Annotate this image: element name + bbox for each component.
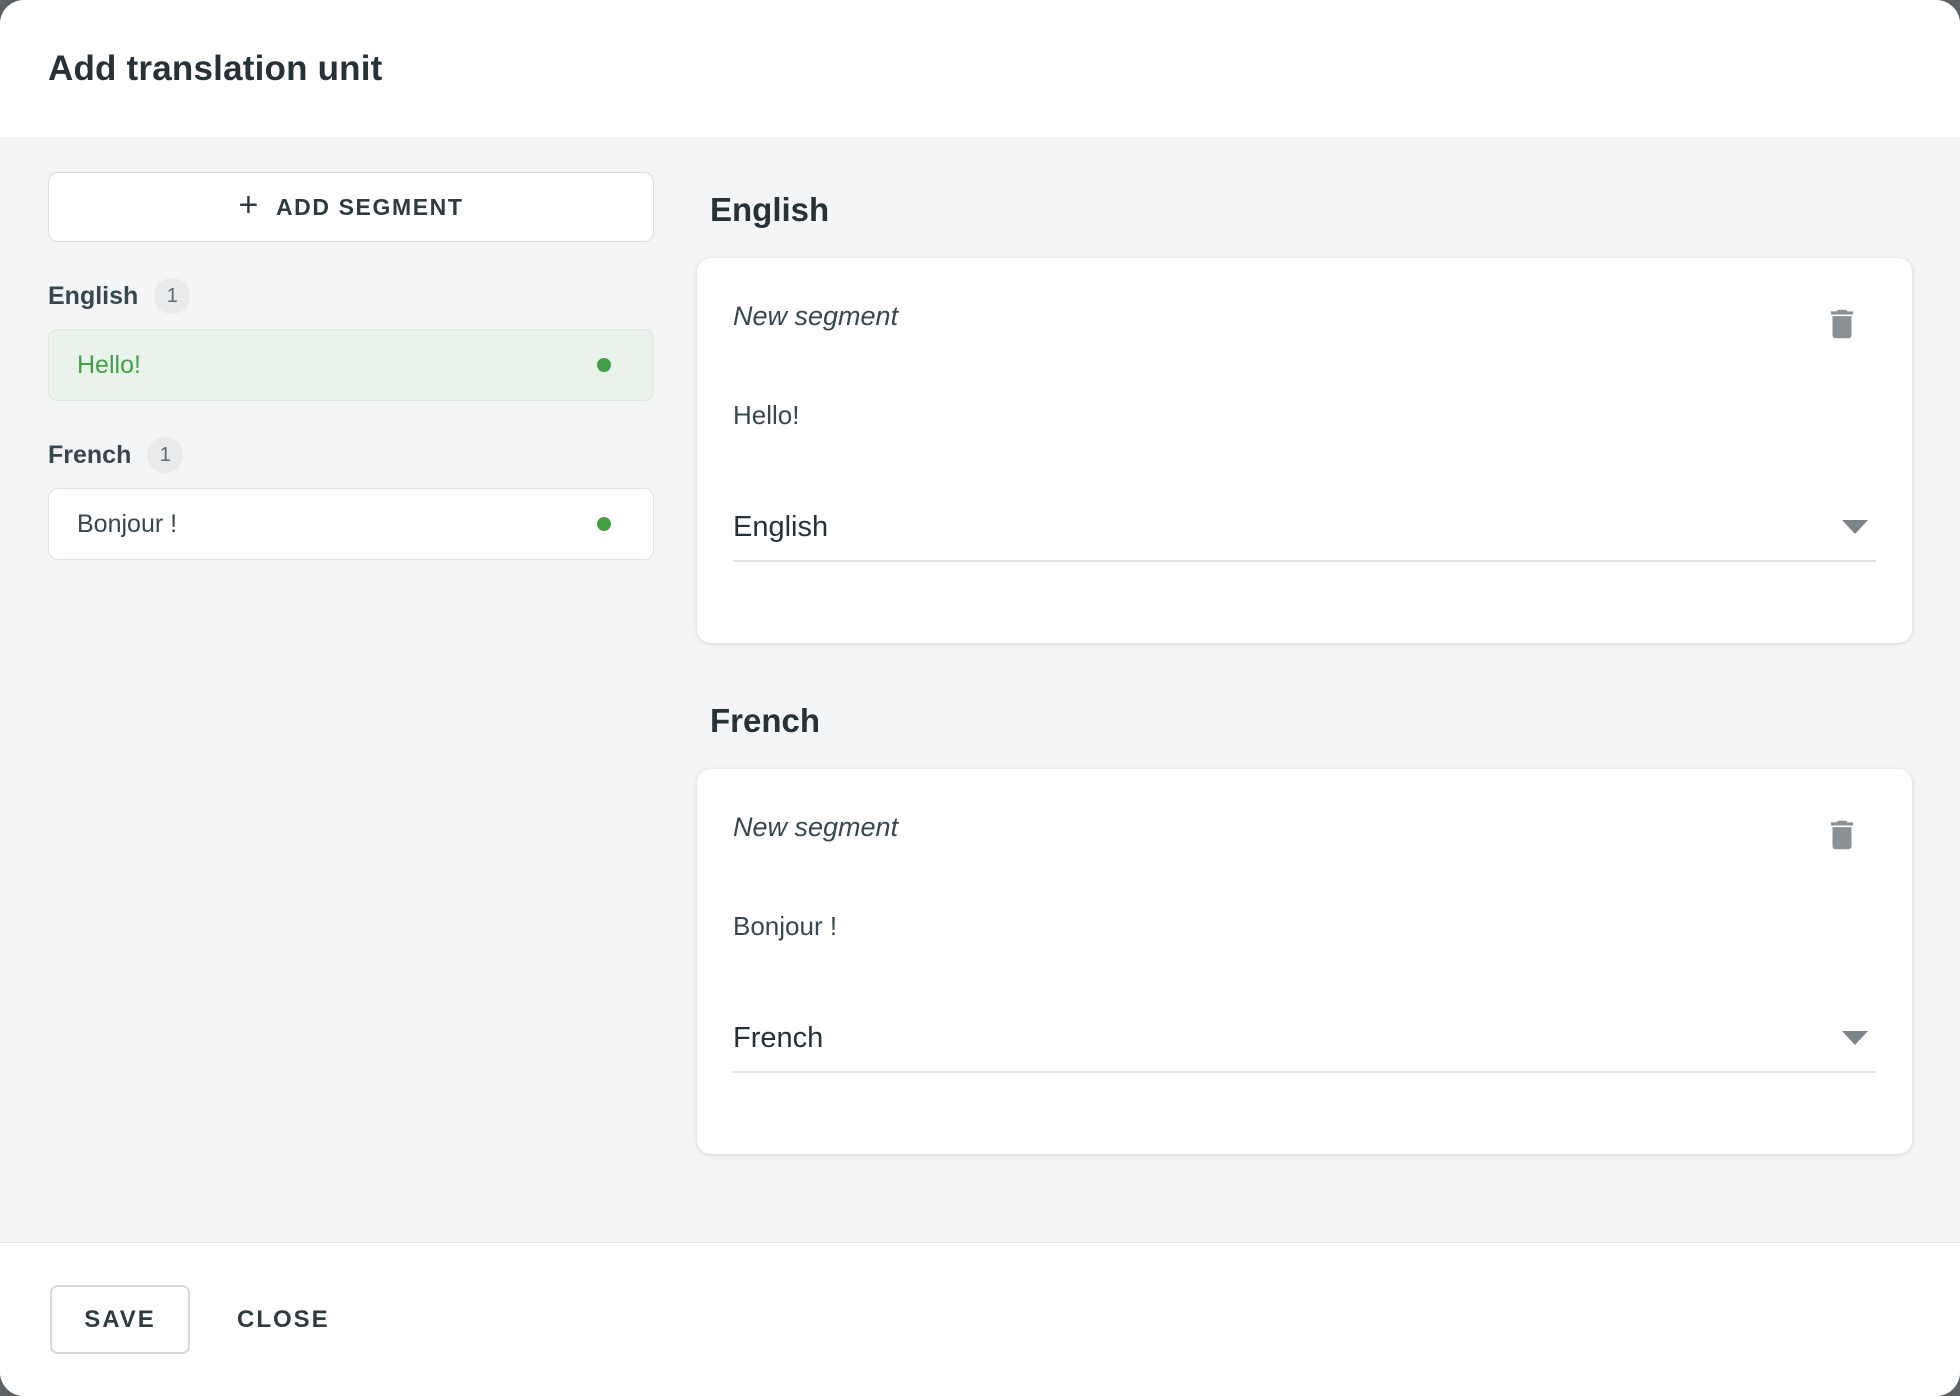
language-select-english[interactable]: English [733, 508, 1876, 562]
delete-segment-button[interactable] [1820, 300, 1864, 348]
section-heading-french: French [710, 701, 1912, 741]
delete-segment-button[interactable] [1820, 811, 1864, 859]
dialog-footer: SAVE CLOSE [0, 1242, 1960, 1396]
segment-chip-text: Hello! [77, 351, 141, 380]
segment-text-input[interactable]: Bonjour ! [733, 909, 1876, 943]
language-select-french[interactable]: French [733, 1019, 1876, 1073]
close-button[interactable]: CLOSE [223, 1285, 344, 1354]
segments-panel: + ADD SEGMENT English 1 Hello! French 1 … [48, 172, 654, 1242]
segment-count-badge: 1 [154, 278, 190, 314]
language-group-header-french: French 1 [48, 437, 654, 473]
segment-section-french: French New segment Bonjour ! French [697, 701, 1912, 1154]
status-dot-icon [597, 358, 611, 372]
chevron-down-icon [1842, 1031, 1868, 1045]
language-group-header-english: English 1 [48, 278, 654, 314]
segment-chip-text: Bonjour ! [77, 510, 177, 539]
dialog-title: Add translation unit [48, 49, 383, 89]
segment-text-input[interactable]: Hello! [733, 398, 1876, 432]
trash-icon [1823, 814, 1861, 856]
new-segment-label: New segment [733, 298, 898, 334]
status-dot-icon [597, 517, 611, 531]
save-button[interactable]: SAVE [50, 1285, 190, 1354]
dialog-content: + ADD SEGMENT English 1 Hello! French 1 … [0, 137, 1960, 1242]
add-segment-label: ADD SEGMENT [276, 194, 464, 221]
language-select-value: English [733, 508, 828, 546]
section-heading-english: English [710, 190, 1912, 230]
segment-section-english: English New segment Hello! English [697, 190, 1912, 643]
language-select-value: French [733, 1019, 823, 1057]
card-top-row: New segment [733, 298, 1876, 334]
dialog-header: Add translation unit [0, 0, 1960, 137]
trash-icon [1823, 303, 1861, 345]
segment-chip-french[interactable]: Bonjour ! [48, 488, 654, 560]
language-group-label: English [48, 282, 138, 311]
chevron-down-icon [1842, 520, 1868, 534]
add-translation-unit-dialog: Add translation unit + ADD SEGMENT Engli… [0, 0, 1960, 1396]
plus-icon: + [238, 188, 259, 222]
segment-chip-english[interactable]: Hello! [48, 329, 654, 401]
add-segment-button[interactable]: + ADD SEGMENT [48, 172, 654, 242]
language-group-label: French [48, 441, 131, 470]
new-segment-label: New segment [733, 809, 898, 845]
segment-card-english: New segment Hello! English [697, 258, 1912, 643]
card-top-row: New segment [733, 809, 1876, 845]
editor-panel: English New segment Hello! English [697, 172, 1912, 1242]
segment-card-french: New segment Bonjour ! French [697, 769, 1912, 1154]
segment-count-badge: 1 [147, 437, 183, 473]
